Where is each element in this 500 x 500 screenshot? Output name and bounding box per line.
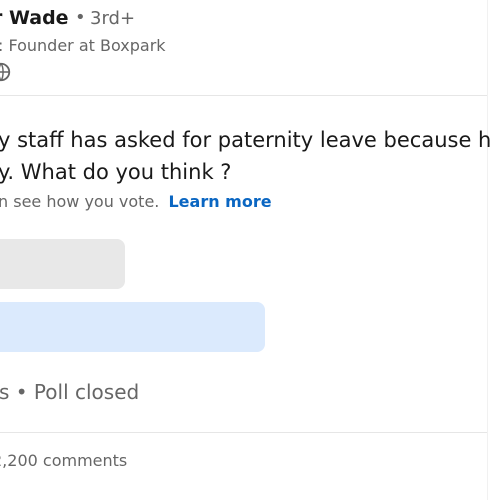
vote-privacy-note: n see how you vote. Learn more <box>0 192 272 211</box>
separator-dot: • <box>75 7 86 28</box>
poll-status: s • Poll closed <box>0 380 140 404</box>
privacy-note-text: n see how you vote. <box>0 192 160 211</box>
poll-question-line-2: y. What do you think ? <box>0 160 232 184</box>
poll-option-2[interactable] <box>0 302 265 352</box>
learn-more-link[interactable]: Learn more <box>168 192 271 211</box>
comments-count[interactable]: 2,200 comments <box>0 451 127 470</box>
divider <box>0 95 487 96</box>
poll-question-line-1: y staff has asked for paternity leave be… <box>0 128 492 152</box>
author-name[interactable]: r Wade <box>0 7 69 29</box>
card-edge-divider <box>487 0 488 500</box>
poll-option-1[interactable] <box>0 239 125 289</box>
divider <box>0 432 487 433</box>
post-card: r Wade • 3rd+ : Founder at Boxpark y sta… <box>0 0 500 500</box>
globe-icon <box>0 62 11 82</box>
poll-question: y staff has asked for paternity leave be… <box>0 124 500 188</box>
connection-degree: 3rd+ <box>90 8 136 29</box>
author-headline: : Founder at Boxpark <box>0 36 166 55</box>
